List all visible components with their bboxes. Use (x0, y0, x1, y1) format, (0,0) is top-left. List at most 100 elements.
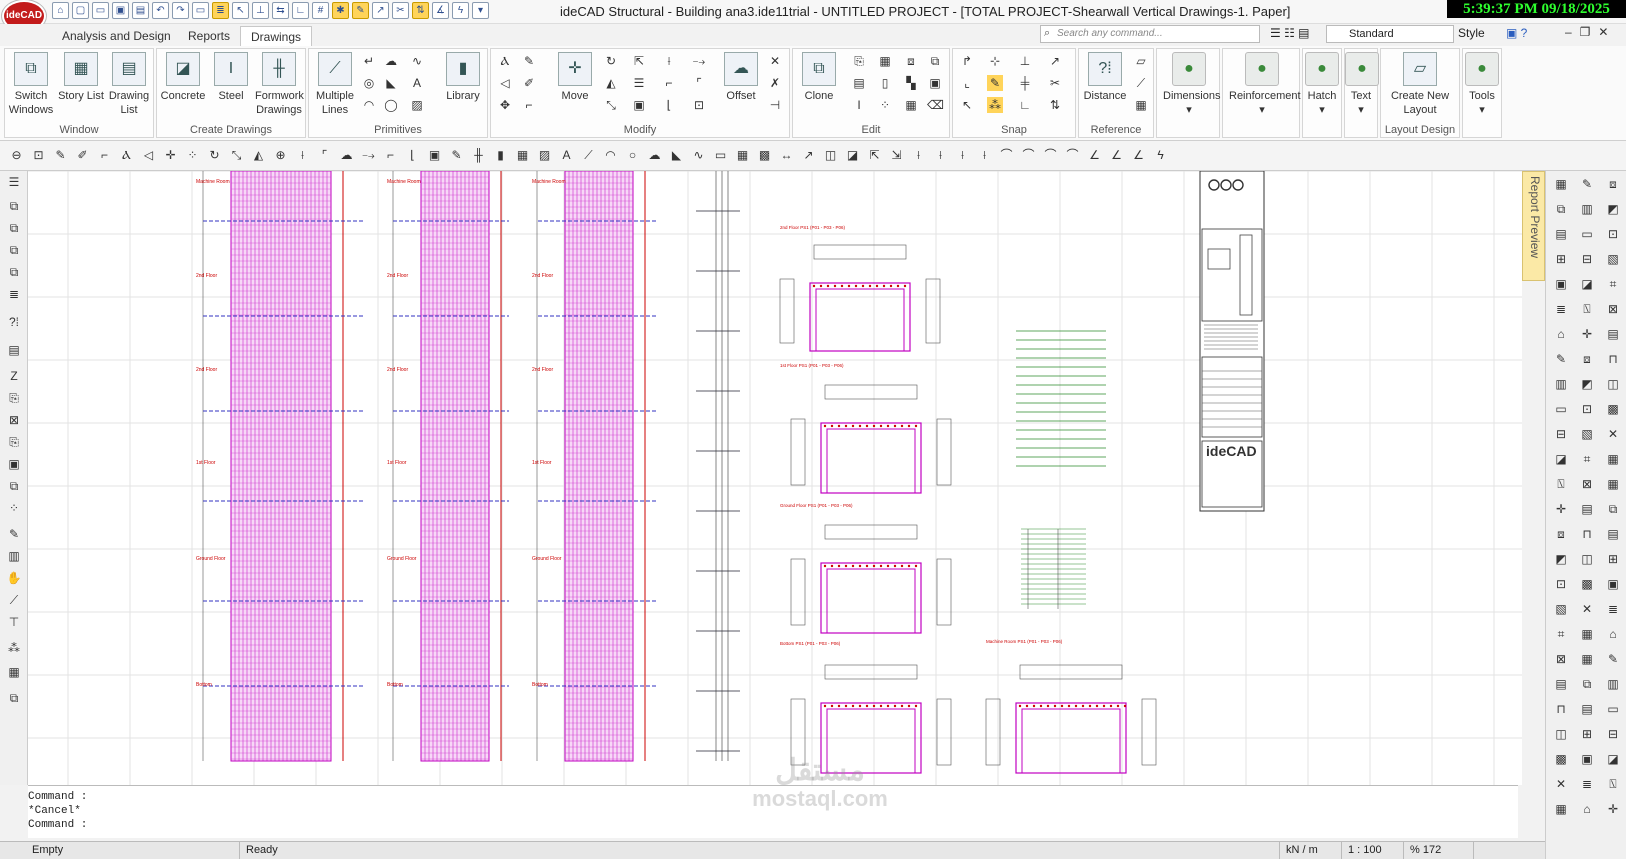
toolbar-tool-icon[interactable]: ▤ (1552, 675, 1570, 693)
toolbar-tool-icon[interactable]: ▧ (1578, 425, 1596, 443)
list-icon[interactable]: ☰ (5, 173, 23, 191)
chart-icon[interactable]: ∠ (1086, 147, 1103, 164)
snap-midpoint-icon[interactable]: ⁂ (987, 97, 1003, 113)
book-icon[interactable]: ▯ (877, 75, 893, 91)
toolbar-tool-icon[interactable]: ⊡ (1578, 400, 1596, 418)
distance-icon[interactable]: ?⁞ (5, 313, 23, 331)
toolbar-tool-icon[interactable]: ⊞ (1578, 725, 1596, 743)
rebar2-icon[interactable]: ⟊ (932, 147, 949, 164)
arrows-icon[interactable]: ⇆ (272, 2, 289, 19)
split-icon[interactable]: ⊥ (252, 2, 269, 19)
text-button[interactable]: ● Text ▾ (1345, 52, 1379, 117)
hammer-icon[interactable]: ⊤ (5, 613, 23, 631)
toolbar-tool-icon[interactable]: ⊓ (1604, 350, 1622, 368)
section4-icon[interactable]: ⌒ (1064, 147, 1081, 164)
frame-icon[interactable]: ▣ (5, 455, 23, 473)
snap-corner-icon[interactable]: ⌞ (959, 75, 975, 91)
toolbar-tool-icon[interactable]: ⌗ (1578, 450, 1596, 468)
distance-button[interactable]: ?⁞ Distance (1081, 52, 1129, 103)
toolbar-tool-icon[interactable]: ▩ (1604, 400, 1622, 418)
calc-icon[interactable]: ▦ (5, 663, 23, 681)
toolbar-tool-icon[interactable]: ⊠ (1604, 300, 1622, 318)
standard-dropdown[interactable]: Standard (1326, 25, 1454, 43)
image-icon[interactable]: ▨ (536, 147, 553, 164)
trim-icon[interactable]: Ⲁ (497, 53, 513, 69)
toolbar-tool-icon[interactable]: ⍂ (1552, 475, 1570, 493)
delete-icon[interactable]: ✕ (767, 53, 783, 69)
toolbar-tool-icon[interactable]: ⊓ (1552, 700, 1570, 718)
view4-icon[interactable]: ⇲ (888, 147, 905, 164)
frame-icon[interactable]: ▣ (426, 147, 443, 164)
toolbar-tool-icon[interactable]: ▧ (1604, 250, 1622, 268)
grid-icon[interactable]: ▦ (514, 147, 531, 164)
notes-icon[interactable]: ▤ (5, 341, 23, 359)
marker-icon[interactable]: ⌐ (96, 147, 113, 164)
break-icon[interactable]: ⤍ (360, 147, 377, 164)
reinforcement-button[interactable]: ● Reinforcement ▾ (1229, 52, 1301, 117)
toolbar-tool-icon[interactable]: ▭ (1552, 400, 1570, 418)
dropper-icon[interactable]: ✐ (521, 75, 537, 91)
toolbar-tool-icon[interactable]: ▣ (1578, 750, 1596, 768)
toolbar-tool-icon[interactable]: ⧉ (1578, 675, 1596, 693)
stack-icon[interactable]: ⧉ (5, 197, 23, 215)
rotate-icon[interactable]: ↻ (603, 53, 619, 69)
chamfer-icon[interactable]: ⌊ (404, 147, 421, 164)
formwork-drawings-button[interactable]: ╫ Formwork Drawings (255, 52, 304, 117)
dimensions-button[interactable]: ● Dimensions ▾ (1163, 52, 1220, 117)
style-menu[interactable]: Style (1458, 26, 1485, 40)
spline-icon[interactable]: ∿ (409, 53, 425, 69)
toolbar-tool-icon[interactable]: ⍂ (1578, 300, 1596, 318)
toolbar-tool-icon[interactable]: ▥ (1604, 675, 1622, 693)
tab-reports[interactable]: Reports (178, 26, 240, 46)
copy-icon[interactable]: ⎘ (851, 53, 867, 69)
save-as-icon[interactable]: ▤ (132, 2, 149, 19)
stretch-icon[interactable]: ⇱ (631, 53, 647, 69)
cloud-icon[interactable]: ☁ (383, 53, 399, 69)
toolbar-tool-icon[interactable]: ⊠ (1552, 650, 1570, 668)
cut-icon[interactable]: ✂ (392, 2, 409, 19)
table-icon[interactable]: ▦ (734, 147, 751, 164)
switch-windows-button[interactable]: ⧉ Switch Windows (7, 52, 55, 117)
spline-icon[interactable]: ∿ (690, 147, 707, 164)
toolbar-tool-icon[interactable]: ⧉ (1604, 500, 1622, 518)
toolbar-tool-icon[interactable]: ▤ (1578, 500, 1596, 518)
toolbar-tool-icon[interactable]: ◩ (1604, 200, 1622, 218)
toolbar-tool-icon[interactable]: ≣ (1552, 300, 1570, 318)
image-icon[interactable]: ▨ (409, 97, 425, 113)
status-zoom[interactable]: % 172 (1404, 842, 1474, 859)
dots-icon[interactable]: ⁘ (5, 499, 23, 517)
snap-align-icon[interactable]: ⇅ (1047, 97, 1063, 113)
toolbar-tool-icon[interactable]: ⧈ (1578, 350, 1596, 368)
array-icon[interactable]: ▣ (631, 97, 647, 113)
arc-icon[interactable]: ◠ (361, 97, 377, 113)
mirror-icon[interactable]: ◁ (497, 75, 513, 91)
toolbar-tool-icon[interactable]: ▥ (1552, 375, 1570, 393)
polyline-icon[interactable]: ⟋ (580, 147, 597, 164)
offset-button[interactable]: ☁ Offset (717, 52, 765, 103)
arc-icon[interactable]: ◠ (602, 147, 619, 164)
trim-icon[interactable]: Ⲁ (118, 147, 135, 164)
section2-icon[interactable]: ⌒ (1020, 147, 1037, 164)
toolbar-tool-icon[interactable]: ◩ (1552, 550, 1570, 568)
pen-icon[interactable]: ✎ (521, 53, 537, 69)
clone-button[interactable]: ⧉ Clone (795, 52, 843, 103)
section-icon[interactable]: ⌒ (998, 147, 1015, 164)
steel-button[interactable]: I Steel (207, 52, 255, 103)
toolbar-tool-icon[interactable]: ◫ (1604, 375, 1622, 393)
toolbar-tool-icon[interactable]: ≣ (1604, 600, 1622, 618)
toolbar-tool-icon[interactable]: ◪ (1578, 275, 1596, 293)
snap-cut-icon[interactable]: ✂ (1047, 75, 1063, 91)
toolbar-tool-icon[interactable]: ⌗ (1552, 625, 1570, 643)
tools-button[interactable]: ● Tools ▾ (1463, 52, 1501, 117)
toolbar-tool-icon[interactable]: ≣ (1578, 775, 1596, 793)
toolbar-tool-icon[interactable]: ⧉ (1552, 200, 1570, 218)
circle-icon[interactable]: ◎ (361, 75, 377, 91)
extend-icon[interactable]: ⟊ (294, 147, 311, 164)
snap-tan-icon[interactable]: ↗ (1047, 53, 1063, 69)
toolbar-tool-icon[interactable]: ▦ (1578, 625, 1596, 643)
fillet-icon[interactable]: ⌐ (382, 147, 399, 164)
toolbar-tool-icon[interactable]: ▧ (1552, 600, 1570, 618)
triangle-icon[interactable]: ◭ (603, 75, 619, 91)
fill-icon[interactable]: ◣ (668, 147, 685, 164)
toolbar-tool-icon[interactable]: ✎ (1552, 350, 1570, 368)
